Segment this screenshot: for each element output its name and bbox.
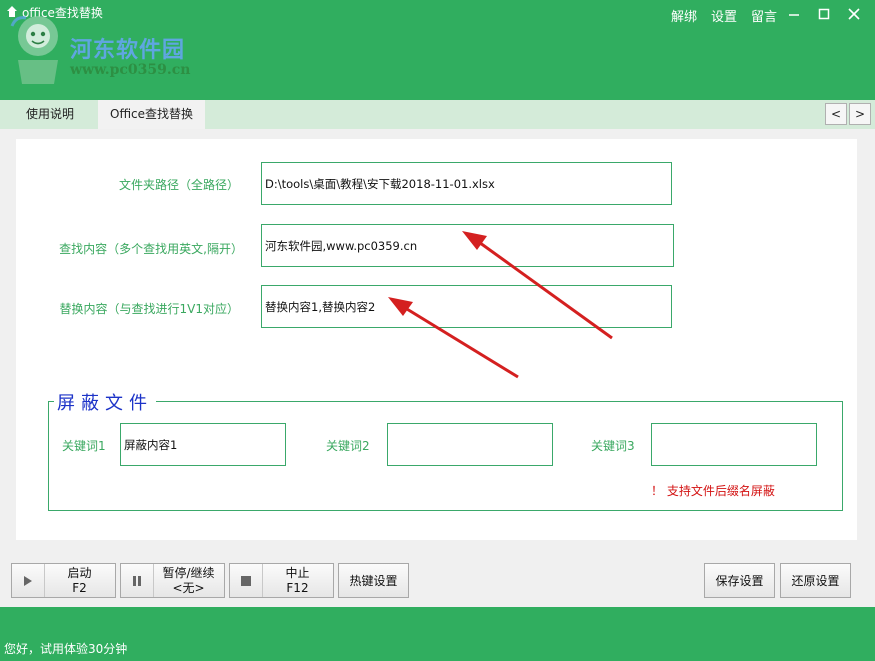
window-controls [781,3,867,25]
settings-link[interactable]: 设置 [711,6,737,25]
keyword3-label: 关键词3 [591,439,635,453]
stop-key: F12 [286,580,309,595]
start-label: 启动 [67,565,92,580]
minimize-icon [789,14,799,16]
shield-files-title: 屏蔽文件 [54,389,156,415]
title-bar: office查找替换 河东软件园 www.pc0359.cn 解绑 设置 留言 [0,0,875,100]
watermark: 河东软件园 www.pc0359.cn [8,14,218,94]
hotkey-settings-button[interactable]: 热键设置 [338,563,409,598]
pause-key: <无> [172,580,205,595]
find-content-label: 查找内容（多个查找用英文,隔开） [59,242,243,256]
tab-nav: < > [825,103,871,125]
find-content-input[interactable]: 河东软件园,www.pc0359.cn [261,224,674,267]
keyword3-input[interactable] [651,423,817,466]
close-button[interactable] [841,3,867,25]
tab-bar: 使用说明 Office查找替换 < > [0,100,875,129]
watermark-url: www.pc0359.cn [70,62,191,78]
tab-next-button[interactable]: > [849,103,871,125]
start-key: F2 [72,580,87,595]
restore-settings-button[interactable]: 还原设置 [780,563,851,598]
stop-button[interactable]: 中止 F12 [229,563,334,598]
watermark-title: 河东软件园 [70,38,186,63]
keyword1-label: 关键词1 [62,439,106,453]
tab-prev-button[interactable]: < [825,103,847,125]
close-icon [848,8,860,20]
play-icon [12,564,45,597]
keyword2-input[interactable] [387,423,553,466]
folder-path-input[interactable]: D:\tools\桌面\教程\安下载2018-11-01.xlsx [261,162,672,205]
title-links: 解绑 设置 留言 [671,6,777,25]
watermark-logo-icon [10,16,58,84]
save-settings-button[interactable]: 保存设置 [704,563,775,598]
stop-label: 中止 [285,565,310,580]
replace-content-label: 替换内容（与查找进行1V1对应） [59,302,239,316]
message-link[interactable]: 留言 [751,6,777,25]
tab-instructions[interactable]: 使用说明 [14,100,86,129]
keyword1-input[interactable]: 屏蔽内容1 [120,423,286,466]
pause-label: 暂停/继续 [162,565,215,580]
maximize-icon [818,8,830,20]
minimize-button[interactable] [781,3,807,25]
folder-path-label: 文件夹路径（全路径） [118,178,239,192]
pause-icon [121,564,154,597]
keyword2-label: 关键词2 [326,439,370,453]
tab-office-replace[interactable]: Office查找替换 [98,100,206,129]
unbind-link[interactable]: 解绑 [671,6,697,25]
suffix-shield-notice: ！ 支持文件后缀名屏蔽 [651,484,775,498]
start-button[interactable]: 启动 F2 [11,563,116,598]
stop-icon [230,564,263,597]
status-text: 您好，试用体验30分钟 [4,642,128,656]
pause-resume-button[interactable]: 暂停/继续 <无> [120,563,225,598]
status-bar: 您好，试用体验30分钟 [0,607,875,661]
replace-content-input[interactable]: 替换内容1,替换内容2 [261,285,672,328]
maximize-button[interactable] [811,3,837,25]
